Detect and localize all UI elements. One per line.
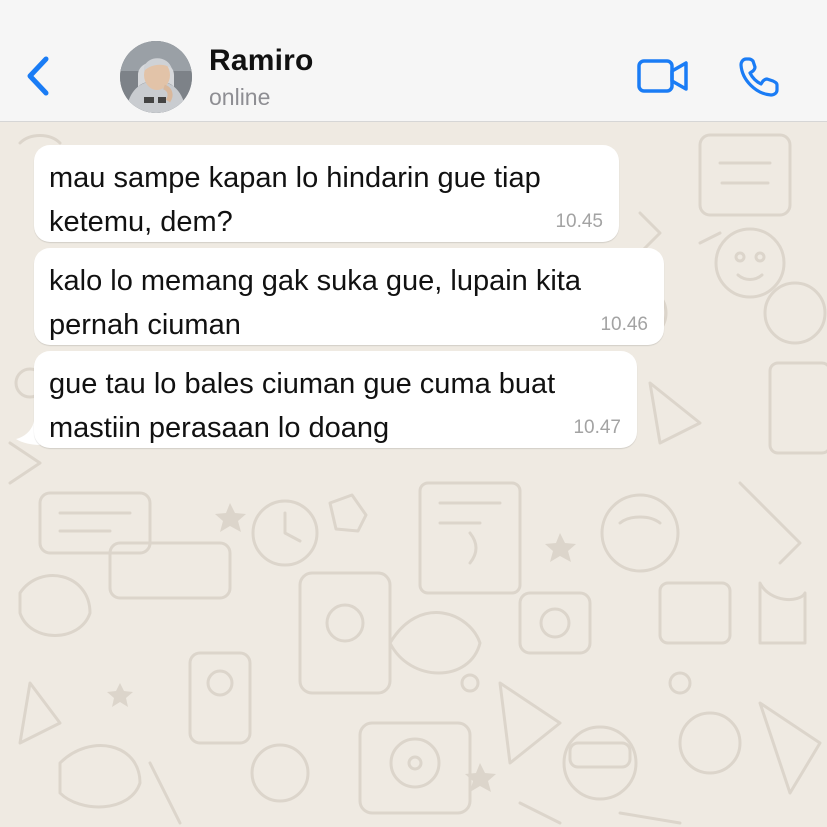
phone-icon	[739, 57, 779, 97]
message-time: 10.47	[573, 417, 621, 438]
message-bubble[interactable]: kalo lo memang gak suka gue, lupain kita…	[34, 248, 664, 345]
video-camera-icon	[637, 59, 688, 93]
video-call-button[interactable]	[636, 56, 690, 96]
message-time: 10.45	[555, 211, 603, 232]
voice-call-button[interactable]	[737, 55, 781, 99]
back-button[interactable]	[18, 50, 58, 102]
chevron-left-icon	[27, 56, 49, 96]
contact-name[interactable]: Ramiro	[209, 44, 314, 78]
message-text: mau sampe kapan lo hindarin gue tiap ket…	[49, 162, 541, 238]
message-time: 10.46	[600, 314, 648, 335]
avatar[interactable]	[120, 41, 192, 113]
chat-header: Ramiro online	[0, 0, 827, 122]
contact-status: online	[209, 84, 271, 110]
chat-area[interactable]: mau sampe kapan lo hindarin gue tiap ket…	[0, 123, 827, 827]
message-bubble[interactable]: gue tau lo bales ciuman gue cuma buat ma…	[34, 351, 637, 448]
message-bubble[interactable]: mau sampe kapan lo hindarin gue tiap ket…	[34, 145, 619, 242]
message-text: gue tau lo bales ciuman gue cuma buat ma…	[49, 368, 556, 444]
message-text: kalo lo memang gak suka gue, lupain kita…	[49, 265, 581, 341]
